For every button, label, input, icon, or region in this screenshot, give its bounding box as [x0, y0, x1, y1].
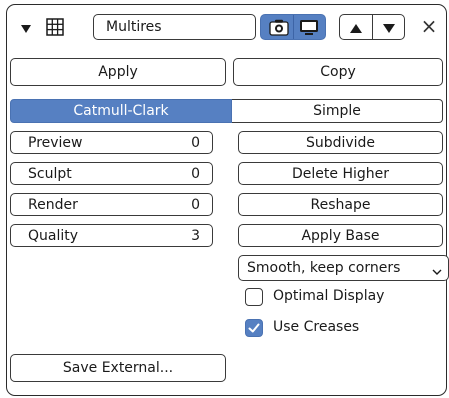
quality-value: 3 [191, 227, 200, 244]
optimal-display-checkbox[interactable] [245, 288, 263, 306]
render-levels-value: 0 [191, 196, 200, 213]
apply-base-label: Apply Base [301, 227, 380, 244]
checkmark-icon [248, 323, 260, 333]
modifier-grid-icon [46, 18, 64, 36]
apply-label: Apply [98, 64, 138, 80]
dropdown-chevron-icon [432, 264, 442, 275]
preview-levels-label: Preview [28, 134, 83, 151]
sculpt-levels-field[interactable]: Sculpt 0 [10, 162, 213, 185]
copy-label: Copy [320, 64, 356, 80]
render-levels-field[interactable]: Render 0 [10, 193, 213, 216]
subdivision-catmull-clark-option[interactable]: Catmull-Clark [10, 99, 232, 123]
apply-base-button[interactable]: Apply Base [238, 224, 443, 247]
catmull-clark-label: Catmull-Clark [73, 103, 169, 119]
close-icon[interactable]: × [420, 15, 438, 37]
use-creases-checkbox[interactable] [245, 319, 263, 337]
modifier-name-text: Multires [106, 19, 162, 35]
modifier-panel: Multires × Apply Copy Catmull-Clark Simp… [6, 4, 449, 396]
save-external-label: Save External... [62, 360, 174, 376]
quality-field[interactable]: Quality 3 [10, 224, 213, 247]
subdivide-label: Subdivide [305, 134, 376, 151]
preview-levels-field[interactable]: Preview 0 [10, 131, 213, 154]
copy-button[interactable]: Copy [233, 58, 443, 86]
sculpt-levels-label: Sculpt [28, 165, 72, 182]
uv-smooth-dropdown[interactable]: Smooth, keep corners [238, 255, 449, 281]
delete-higher-label: Delete Higher [292, 165, 389, 182]
camera-render-icon[interactable] [269, 19, 289, 36]
sculpt-levels-value: 0 [191, 165, 200, 182]
subdivision-simple-option[interactable]: Simple [232, 99, 443, 123]
collapse-triangle-icon[interactable] [20, 22, 32, 33]
simple-label: Simple [313, 103, 361, 119]
render-levels-label: Render [28, 196, 78, 213]
reshape-button[interactable]: Reshape [238, 193, 443, 216]
quality-label: Quality [28, 227, 79, 244]
subdivide-button[interactable]: Subdivide [238, 131, 443, 154]
reshape-label: Reshape [310, 196, 371, 213]
toggle-divider [293, 15, 294, 39]
move-buttons-group [339, 14, 405, 40]
use-creases-label: Use Creases [273, 319, 360, 335]
modifier-name-input[interactable]: Multires [93, 14, 256, 40]
move-divider [372, 15, 373, 39]
delete-higher-button[interactable]: Delete Higher [238, 162, 443, 185]
move-down-icon[interactable] [382, 22, 396, 33]
monitor-viewport-icon[interactable] [299, 19, 319, 36]
visibility-toggle-group [260, 14, 326, 40]
save-external-button[interactable]: Save External... [10, 354, 226, 382]
move-up-icon[interactable] [349, 22, 363, 33]
preview-levels-value: 0 [191, 134, 200, 151]
optimal-display-label: Optimal Display [273, 288, 385, 304]
uv-smooth-value: Smooth, keep corners [247, 260, 401, 276]
apply-button[interactable]: Apply [10, 58, 226, 86]
